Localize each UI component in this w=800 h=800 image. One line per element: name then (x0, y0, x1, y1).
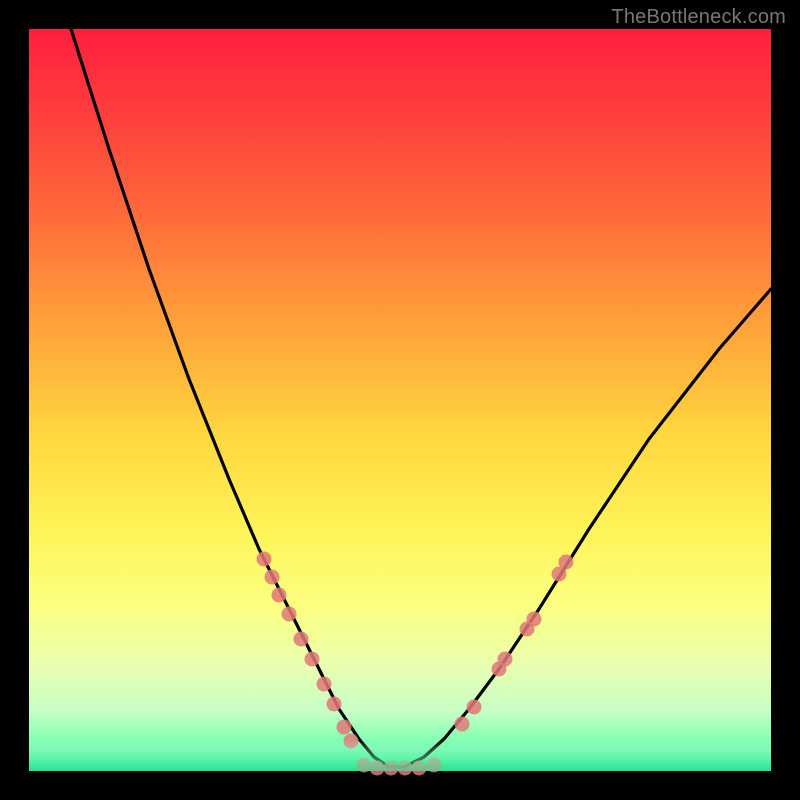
curve-marker (412, 761, 427, 776)
curve-marker (294, 632, 309, 647)
curve-marker (498, 652, 513, 667)
curve-marker (427, 758, 442, 773)
curve-marker (317, 677, 332, 692)
watermark-text: TheBottleneck.com (611, 6, 786, 29)
curve-marker (337, 720, 352, 735)
curve-marker (467, 700, 482, 715)
curve-marker (272, 588, 287, 603)
curve-marker (455, 717, 470, 732)
curve-marker (305, 652, 320, 667)
curve-marker (265, 570, 280, 585)
curve-marker (327, 697, 342, 712)
curve-marker (559, 555, 574, 570)
curve-marker (527, 612, 542, 627)
curve-marker (398, 761, 413, 776)
curve-marker (282, 607, 297, 622)
chart-svg (29, 29, 771, 771)
curve-marker (357, 758, 372, 773)
chart-plot-area (29, 29, 771, 771)
curve-marker (344, 734, 359, 749)
curve-marker (257, 552, 272, 567)
marker-group (257, 552, 574, 776)
curve-marker (384, 761, 399, 776)
curve-marker (370, 761, 385, 776)
bottleneck-curve-path (71, 29, 771, 767)
